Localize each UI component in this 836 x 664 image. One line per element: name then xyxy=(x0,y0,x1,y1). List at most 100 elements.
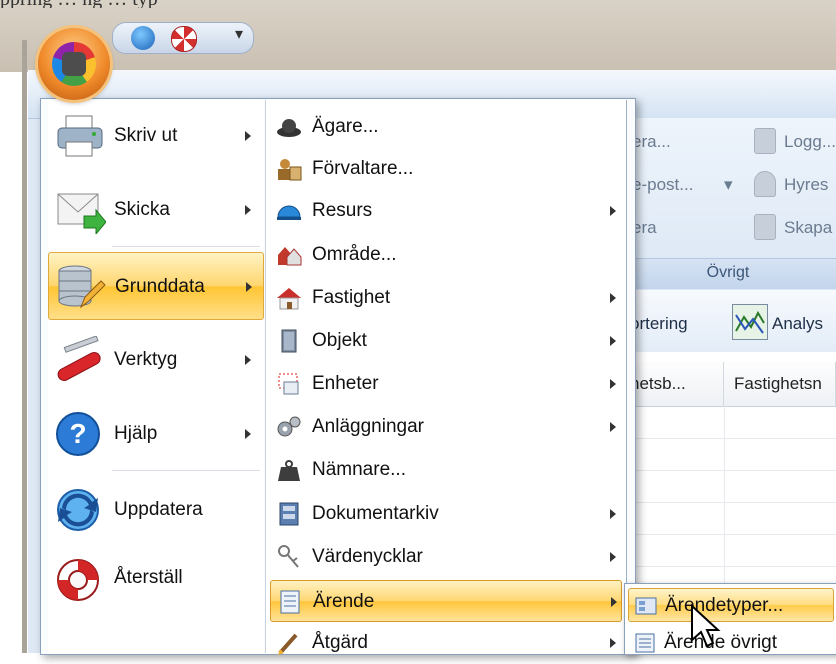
menu-item-label: Uppdatera xyxy=(114,499,203,520)
submenu-arrow-icon xyxy=(610,422,616,432)
refresh-globe-icon[interactable] xyxy=(131,26,155,50)
svg-text:?: ? xyxy=(69,418,86,449)
weight-icon xyxy=(276,458,302,482)
ribbon-dropdown-arrow[interactable]: ▾ xyxy=(724,175,733,195)
submenu-item-forvaltare[interactable]: Förvaltare... xyxy=(270,148,622,190)
submenu-item-label: Ärende xyxy=(313,591,375,612)
menu-item-label: Hjälp xyxy=(114,423,158,444)
archive-icon xyxy=(276,502,302,526)
brush-icon xyxy=(276,631,302,655)
customize-toolbar-dropdown[interactable]: ▾ xyxy=(235,24,243,44)
submenu-arrow-icon xyxy=(611,597,617,607)
ribbon-button-1[interactable]: era... xyxy=(632,132,671,152)
units-icon xyxy=(276,372,302,396)
form-icon xyxy=(634,633,656,653)
menu-item-label: Verktyg xyxy=(114,349,178,370)
submenu-arrow-icon xyxy=(610,509,616,519)
submenu-item-label: Dokumentarkiv xyxy=(312,503,439,524)
submenu-item-label: Anläggningar xyxy=(312,416,424,437)
mouse-cursor-icon xyxy=(690,603,726,652)
submenu-item-label: Ägare... xyxy=(312,116,379,137)
flyout-item-arende-ovrigt[interactable]: Ärende övrigt xyxy=(628,626,834,660)
help-icon: ? xyxy=(54,410,106,458)
submenu-item-label: Objekt xyxy=(312,330,367,351)
printer-icon xyxy=(54,112,106,160)
column-header-2[interactable]: Fastighetsn xyxy=(724,362,836,406)
submenu-item-label: Fastighet xyxy=(312,287,391,308)
menu-item-skriv-ut[interactable]: Skriv ut xyxy=(48,102,264,170)
menu-item-uppdatera[interactable]: Uppdatera xyxy=(48,476,264,544)
lifebuoy-icon xyxy=(54,554,106,602)
sorting-button[interactable]: ortering xyxy=(630,314,688,334)
submenu-arrow-icon xyxy=(245,131,251,141)
submenu-item-label: Område... xyxy=(312,244,397,265)
app-logo-icon xyxy=(52,42,96,86)
clipped-title-text: ppring … ng … typ xyxy=(0,0,836,8)
submenu-item-omrade[interactable]: Område... xyxy=(270,234,622,276)
menu-item-verktyg[interactable]: Verktyg xyxy=(48,326,264,394)
submenu-item-dokumentarkiv[interactable]: Dokumentarkiv xyxy=(270,493,622,535)
submenu-item-label: Enheter xyxy=(312,373,379,394)
menu-item-label: Grunddata xyxy=(115,276,205,297)
submenu-item-resurs[interactable]: Resurs xyxy=(270,190,622,232)
hat-icon xyxy=(276,115,302,139)
manager-icon xyxy=(276,157,302,181)
submenu-arrow-icon xyxy=(245,429,251,439)
lifebuoy-icon[interactable] xyxy=(171,26,197,52)
grid-row-line xyxy=(620,566,836,567)
submenu-item-namnare[interactable]: Nämnare... xyxy=(270,449,622,491)
application-menu-button[interactable] xyxy=(38,28,110,100)
envelope-send-icon xyxy=(54,186,107,236)
submenu-item-label: Nämnare... xyxy=(312,459,406,480)
ribbon-group-label: Övrigt xyxy=(620,258,836,289)
houses-icon xyxy=(276,243,302,267)
submenu-arrow-icon xyxy=(610,638,616,648)
helmet-icon xyxy=(276,199,302,223)
grid-row-line xyxy=(620,502,836,503)
submenu-arrow-icon xyxy=(245,355,251,365)
submenu-item-atgard[interactable]: Åtgärd xyxy=(270,622,622,664)
gears-icon xyxy=(276,415,302,439)
analysis-icon xyxy=(732,304,768,340)
ribbon-button-log[interactable]: Logg... xyxy=(784,132,836,152)
refresh-globe-icon xyxy=(54,486,106,534)
submenu-item-vardenycklar[interactable]: Värdenycklar xyxy=(270,536,622,578)
window-border xyxy=(22,40,27,653)
submenu-item-label: Värdenycklar xyxy=(312,546,423,567)
menu-item-label: Återställ xyxy=(114,567,183,588)
menu-separator xyxy=(112,246,260,247)
submenu-item-anlaggningar[interactable]: Anläggningar xyxy=(270,406,622,448)
submenu-item-arende[interactable]: Ärende xyxy=(270,580,622,622)
submenu-item-objekt[interactable]: Objekt xyxy=(270,320,622,362)
log-icon xyxy=(754,128,776,154)
tenant-icon xyxy=(754,171,776,197)
menu-item-label: Skriv ut xyxy=(114,125,178,146)
ribbon-button-2[interactable]: e-post... xyxy=(632,175,693,195)
flyout-item-arendetyper[interactable]: Ärendetyper... xyxy=(628,588,834,622)
submenu-arrow-icon xyxy=(610,293,616,303)
menu-item-aterstall[interactable]: Återställ xyxy=(48,544,264,612)
grid-header: hetsb... Fastighetsn xyxy=(620,362,836,407)
submenu-item-agare[interactable]: Ägare... xyxy=(270,106,622,148)
form-icon xyxy=(277,590,303,614)
quick-access-toolbar: ▾ xyxy=(112,22,254,54)
create-icon xyxy=(754,214,776,240)
menu-item-grunddata[interactable]: Grunddata xyxy=(48,252,264,320)
keys-icon xyxy=(276,545,302,569)
submenu-arrow-icon xyxy=(610,336,616,346)
analysis-button[interactable]: Analys xyxy=(772,314,823,334)
submenu-arrow-icon xyxy=(245,205,251,215)
menu-item-hjalp[interactable]: ? Hjälp xyxy=(48,400,264,468)
door-icon xyxy=(276,329,302,353)
ribbon-button-hyres[interactable]: Hyres xyxy=(784,175,828,195)
house-icon xyxy=(276,286,302,310)
submenu-arrow-icon xyxy=(610,206,616,216)
app-logo-core xyxy=(62,52,86,76)
submenu-item-label: Åtgärd xyxy=(312,632,368,653)
ribbon-button-skapa[interactable]: Skapa xyxy=(784,218,832,238)
grid-row-line xyxy=(620,438,836,439)
submenu-item-fastighet[interactable]: Fastighet xyxy=(270,277,622,319)
tools-icon xyxy=(54,335,106,384)
submenu-item-enheter[interactable]: Enheter xyxy=(270,363,622,405)
menu-item-skicka[interactable]: Skicka xyxy=(48,176,264,244)
